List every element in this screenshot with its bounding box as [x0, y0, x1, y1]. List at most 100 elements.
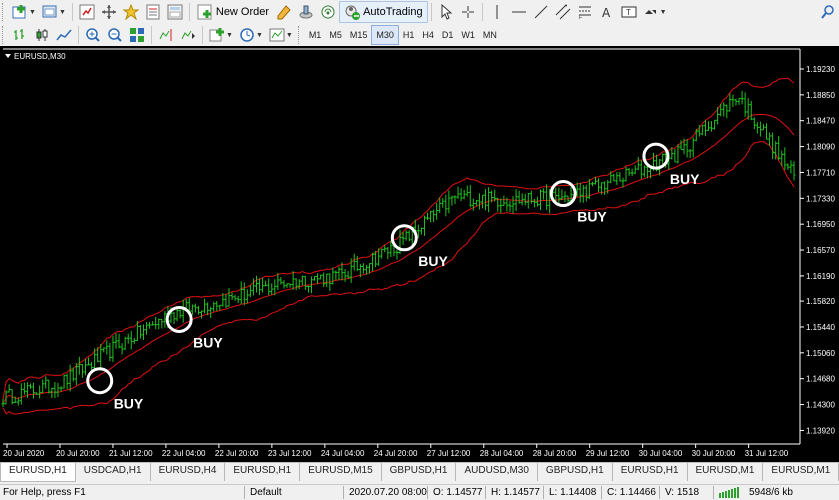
- zoom-in-button[interactable]: [83, 25, 103, 45]
- timeframe-d1-button[interactable]: D1: [438, 26, 458, 44]
- ohlc-bar: [352, 253, 356, 271]
- timeframe-m5-button[interactable]: M5: [325, 26, 346, 44]
- timeframe-h4-button[interactable]: H4: [418, 26, 438, 44]
- new-chart-button[interactable]: ▼: [10, 2, 38, 22]
- market-watch-button[interactable]: [77, 2, 97, 22]
- ohlc-bar: [276, 272, 280, 291]
- time-axis-label: 28 Jul 20:00: [533, 449, 577, 458]
- ohlc-bar: [108, 342, 112, 362]
- clock-icon: [240, 28, 254, 42]
- price-axis-label: 1.16190: [806, 272, 835, 281]
- chart-tab[interactable]: GBPUSD,H1: [538, 463, 613, 481]
- channel-button[interactable]: [553, 2, 573, 22]
- time-axis-label: 27 Jul 12:00: [427, 449, 471, 458]
- chevron-down-icon: ▼: [29, 8, 36, 16]
- ohlc-bar: [141, 324, 145, 340]
- chart-tab[interactable]: EURUSD,M1: [688, 463, 764, 481]
- cursor-tool-button[interactable]: [436, 2, 456, 22]
- chart-window[interactable]: BUY BUY BUY BUY BUY 1.19230 1.18850 1.18470 1.1…: [0, 46, 839, 462]
- ohlc-bar: [749, 100, 753, 121]
- chevron-down-icon: ▼: [255, 31, 263, 39]
- status-help-text: For Help, press F1: [3, 487, 86, 498]
- timeframe-m30-button[interactable]: M30: [371, 25, 399, 45]
- ohlc-bar: [184, 298, 188, 309]
- text-label-button[interactable]: T: [619, 2, 639, 22]
- strategy-tester-button[interactable]: [165, 2, 185, 22]
- text-icon: A: [602, 6, 611, 20]
- bar-chart-button[interactable]: [10, 25, 30, 45]
- search-button[interactable]: [818, 2, 838, 22]
- arrows-button[interactable]: ▼: [641, 2, 669, 22]
- periods-button[interactable]: ▼: [237, 25, 265, 45]
- chart-tab[interactable]: EURUSD,M1: [763, 463, 839, 481]
- chart-shift-button[interactable]: [156, 25, 176, 45]
- fibonacci-button[interactable]: F: [575, 2, 595, 22]
- ohlc-bar: [560, 189, 564, 200]
- ohlc-bar: [337, 266, 341, 281]
- chart-symbol-label: EURUSD,M30: [14, 52, 66, 61]
- metaeditor-button[interactable]: [274, 2, 294, 22]
- indicators-button[interactable]: ▼: [207, 25, 235, 45]
- ohlc-bar: [93, 348, 97, 369]
- ohlc-bar: [212, 301, 216, 312]
- terminal-button[interactable]: [143, 2, 163, 22]
- ohlc-bar: [765, 123, 769, 140]
- ohlc-bar: [181, 299, 185, 323]
- line-chart-button[interactable]: [54, 25, 74, 45]
- ftp-button[interactable]: [296, 2, 316, 22]
- ohlc-bar: [407, 230, 411, 242]
- vertical-line-button[interactable]: [487, 2, 507, 22]
- trendline-button[interactable]: [531, 2, 551, 22]
- time-axis-label: 24 Jul 04:00: [321, 449, 365, 458]
- time-axis-label: 28 Jul 04:00: [480, 449, 524, 458]
- candlestick-button[interactable]: [32, 25, 52, 45]
- ohlc-bar: [267, 278, 271, 296]
- data-window-button[interactable]: [99, 2, 119, 22]
- chevron-down-icon: ▼: [58, 8, 66, 16]
- buy-markers: BUY BUY BUY BUY BUY: [86, 142, 700, 412]
- ohlc-bar: [453, 195, 457, 205]
- autotrading-button[interactable]: AutoTrading: [339, 1, 428, 23]
- toolbar-grip[interactable]: [2, 3, 6, 21]
- timeframe-m1-button[interactable]: M1: [305, 26, 326, 44]
- ohlc-bar: [615, 172, 619, 185]
- chart-tab[interactable]: EURUSD,H1: [613, 463, 688, 481]
- chart-menu-triangle-icon[interactable]: [5, 54, 11, 58]
- ohlc-bar: [673, 149, 677, 163]
- timeframe-mn-button[interactable]: MN: [479, 26, 501, 44]
- chart-tab[interactable]: EURUSD,H1: [225, 463, 301, 481]
- ohlc-bar: [722, 102, 726, 117]
- ohlc-bar: [322, 272, 326, 288]
- timeframe-m15-button[interactable]: M15: [346, 26, 372, 44]
- ohlc-bar: [636, 157, 640, 171]
- status-connection[interactable]: 5948/6 kb: [716, 485, 793, 500]
- navigator-button[interactable]: [121, 2, 141, 22]
- templates-button[interactable]: ▼: [267, 25, 295, 45]
- zoom-out-button[interactable]: [105, 25, 125, 45]
- signals-button[interactable]: [318, 2, 338, 22]
- new-order-button[interactable]: New Order: [193, 2, 273, 22]
- tile-windows-button[interactable]: [127, 25, 147, 45]
- chart-tab[interactable]: EURUSD,H1: [0, 463, 76, 482]
- price-chart[interactable]: BUY BUY BUY BUY BUY 1.19230 1.18850 1.18470 1.1…: [0, 46, 839, 462]
- toolbar-grip[interactable]: [2, 26, 6, 44]
- ohlc-bar: [557, 187, 561, 204]
- chart-tab[interactable]: GBPUSD,H1: [382, 463, 457, 481]
- ohlc-bar: [777, 135, 781, 160]
- ohlc-bar: [117, 333, 121, 349]
- chart-tab[interactable]: AUDUSD,M30: [456, 463, 538, 481]
- text-tool-button[interactable]: A: [597, 2, 617, 22]
- autoscroll-button[interactable]: [178, 25, 198, 45]
- profiles-button[interactable]: ▼: [40, 2, 68, 22]
- chart-tab[interactable]: EURUSD,H4: [151, 463, 226, 481]
- crosshair-tool-button[interactable]: [458, 2, 478, 22]
- timeframe-h1-button[interactable]: H1: [399, 26, 419, 44]
- chart-tabs-bar: EURUSD,H1 USDCAD,H1 EURUSD,H4 EURUSD,H1 EURU…: [0, 462, 839, 484]
- chart-tab[interactable]: USDCAD,H1: [76, 463, 151, 481]
- toolbar-grip[interactable]: [297, 26, 302, 44]
- horizontal-line-button[interactable]: [509, 2, 529, 22]
- status-high: H: 1.14577: [491, 487, 540, 498]
- chart-tab[interactable]: EURUSD,M15: [300, 463, 382, 481]
- navigator-star-icon: [122, 4, 139, 20]
- timeframe-w1-button[interactable]: W1: [457, 26, 479, 44]
